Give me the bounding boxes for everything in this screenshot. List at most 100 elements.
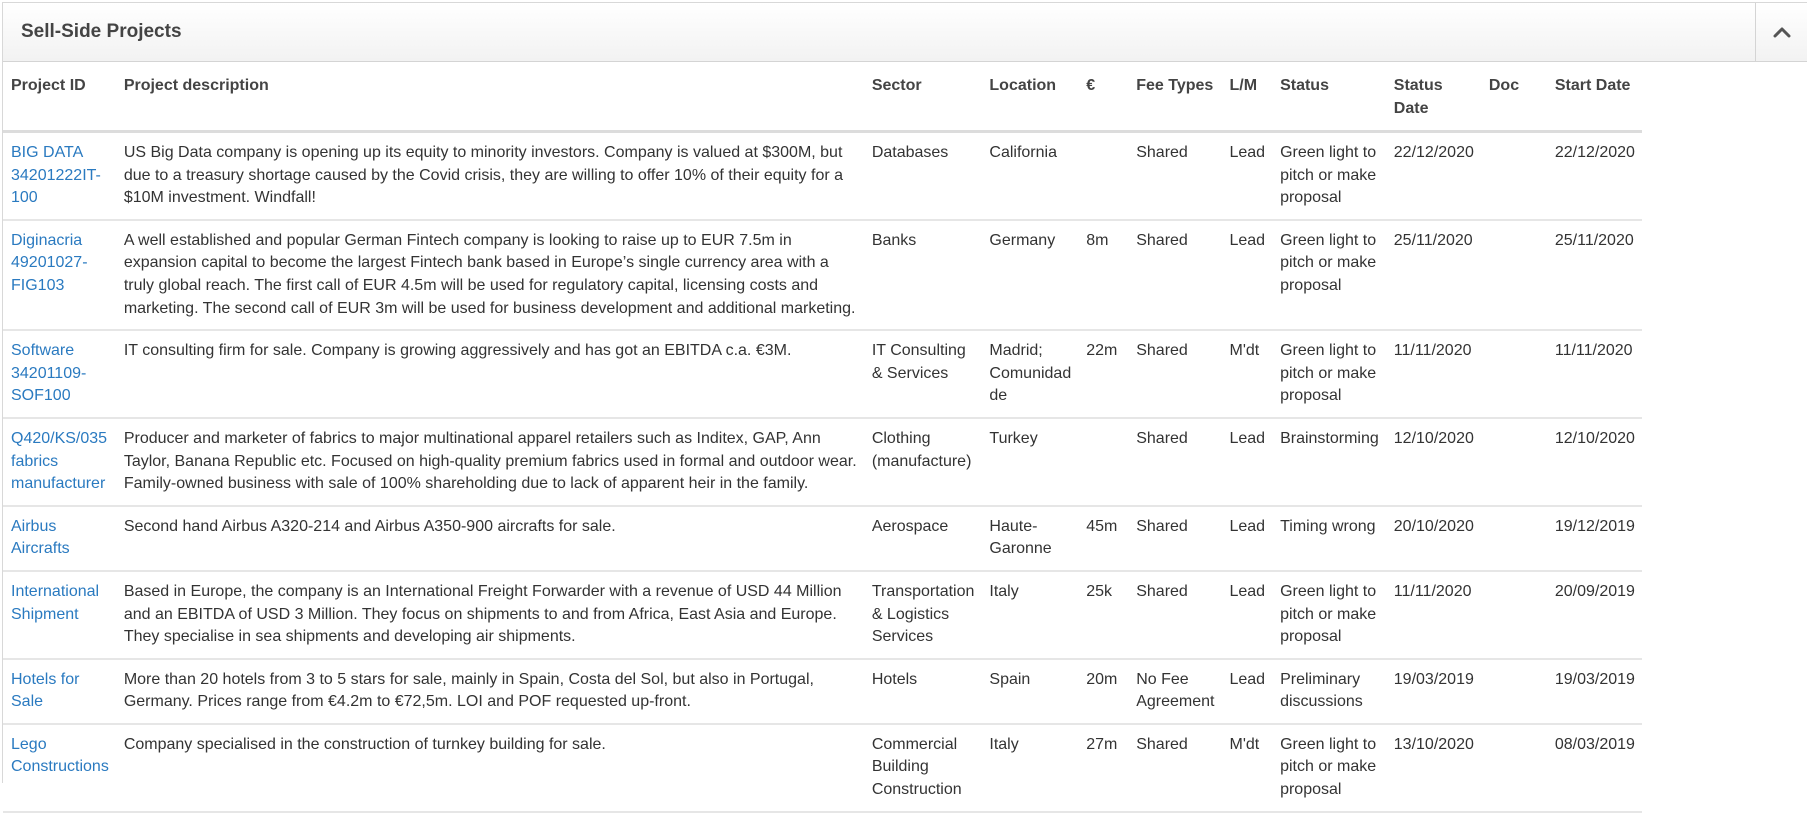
column-header[interactable]: Start Date [1546,64,1642,133]
project-id-cell: Hotels for Sale [3,658,116,725]
column-header[interactable]: Project description [115,64,864,133]
fee-types-cell: No Fee Agreement [1128,658,1222,725]
fee-types-cell: Shared [1128,131,1222,221]
description-cell: A well established and popular German Fi… [115,219,864,332]
doc-cell [1480,570,1547,660]
fee-types-cell: Shared [1128,723,1222,813]
status-date-cell: 20/10/2020 [1385,505,1481,572]
amount-cell: 27m [1078,723,1129,813]
project-link[interactable]: Hotels for Sale [11,671,79,711]
description-cell: Producer and marketer of fabrics to majo… [115,417,864,507]
fee-types-cell: Shared [1128,219,1222,332]
column-header[interactable]: Fee Types [1128,64,1222,133]
project-link[interactable]: Airbus Aircrafts [11,518,70,558]
lm-cell: Lead [1221,417,1273,507]
location-cell: Spain [981,658,1079,725]
doc-cell [1480,330,1547,419]
amount-cell: 25k [1078,570,1129,660]
location-cell: California [981,131,1079,221]
project-link[interactable]: Software 34201109-SOF100 [11,342,86,404]
amount-cell [1078,417,1129,507]
column-header[interactable]: Status [1272,64,1386,133]
status-cell: Preliminary discussions [1272,658,1386,725]
column-header[interactable]: Location [981,64,1079,133]
table-row: Hotels for Sale More than 20 hotels from… [3,658,1642,725]
status-date-cell: 25/11/2020 [1385,219,1481,332]
doc-cell [1480,723,1547,813]
doc-cell [1480,131,1547,221]
location-cell: Germany [981,219,1079,332]
collapse-button[interactable] [1755,3,1807,61]
lm-cell: M'dt [1221,330,1273,419]
sector-cell: Banks [863,219,982,332]
column-header[interactable]: Status Date [1385,64,1481,133]
column-header[interactable]: € [1078,64,1129,133]
table-row: Airbus Aircrafts Second hand Airbus A320… [3,505,1642,572]
project-link[interactable]: BIG DATA 34201222IT-100 [11,144,101,206]
start-date-cell: 20/09/2019 [1546,570,1642,660]
location-cell: Italy [981,570,1079,660]
status-cell: Green light to pitch or make proposal [1272,723,1386,813]
status-date-cell: 12/10/2020 [1385,417,1481,507]
lm-cell: Lead [1221,131,1273,221]
doc-cell [1480,417,1547,507]
panel-header: Sell-Side Projects [3,3,1807,62]
status-date-cell: 11/11/2020 [1385,330,1481,419]
description-cell: Second hand Airbus A320-214 and Airbus A… [115,505,864,572]
column-header[interactable]: Sector [863,64,982,133]
project-link[interactable]: Diginacria 49201027-FIG103 [11,232,88,294]
location-cell: Italy [981,723,1079,813]
lm-cell: M'dt [1221,723,1273,813]
amount-cell: 8m [1078,219,1129,332]
description-cell: IT consulting firm for sale. Company is … [115,330,864,419]
status-cell: Green light to pitch or make proposal [1272,570,1386,660]
lm-cell: Lead [1221,658,1273,725]
lm-cell: Lead [1221,505,1273,572]
column-header[interactable]: Project ID [3,64,116,133]
project-id-cell: Diginacria 49201027-FIG103 [3,219,116,332]
sector-cell: Hotels [863,658,982,725]
sector-cell: Transportation & Logistics Services [863,570,982,660]
project-link[interactable]: International Shipment [11,583,99,623]
column-header[interactable]: Doc [1480,64,1547,133]
column-header[interactable]: L/M [1221,64,1273,133]
sector-cell: Commercial Building Construction [863,723,982,813]
status-date-cell: 11/11/2020 [1385,570,1481,660]
project-id-cell: Software 34201109-SOF100 [3,330,116,419]
table-header-row: Project ID Project description Sector Lo… [3,64,1642,133]
table-row: Software 34201109-SOF100 IT consulting f… [3,330,1642,419]
project-id-cell: Q420/KS/035 fabrics manufacturer [3,417,116,507]
fee-types-cell: Shared [1128,570,1222,660]
fee-types-cell: Shared [1128,417,1222,507]
amount-cell [1078,131,1129,221]
sell-side-projects-panel: Sell-Side Projects Project ID Project de… [2,2,1807,813]
amount-cell: 22m [1078,330,1129,419]
start-date-cell: 19/03/2019 [1546,658,1642,725]
lm-cell: Lead [1221,570,1273,660]
location-cell: Turkey [981,417,1079,507]
sector-cell: Aerospace [863,505,982,572]
table-row: BIG DATA 34201222IT-100 US Big Data comp… [3,131,1642,221]
table-row: Q420/KS/035 fabrics manufacturer Produce… [3,417,1642,507]
project-id-cell: Lego Constructions [3,723,116,813]
projects-table: Project ID Project description Sector Lo… [3,64,1642,813]
status-cell: Green light to pitch or make proposal [1272,330,1386,419]
fee-types-cell: Shared [1128,505,1222,572]
status-cell: Brainstorming [1272,417,1386,507]
table-row: Lego Constructions Company specialised i… [3,723,1642,813]
start-date-cell: 12/10/2020 [1546,417,1642,507]
table-row: Diginacria 49201027-FIG103 A well establ… [3,219,1642,332]
status-cell: Timing wrong [1272,505,1386,572]
start-date-cell: 22/12/2020 [1546,131,1642,221]
location-cell: Haute-Garonne [981,505,1079,572]
start-date-cell: 11/11/2020 [1546,330,1642,419]
doc-cell [1480,505,1547,572]
project-link[interactable]: Q420/KS/035 fabrics manufacturer [11,430,107,492]
fee-types-cell: Shared [1128,330,1222,419]
project-id-cell: Airbus Aircrafts [3,505,116,572]
description-cell: Based in Europe, the company is an Inter… [115,570,864,660]
status-date-cell: 13/10/2020 [1385,723,1481,813]
amount-cell: 45m [1078,505,1129,572]
sector-cell: IT Consulting & Services [863,330,982,419]
status-date-cell: 22/12/2020 [1385,131,1481,221]
